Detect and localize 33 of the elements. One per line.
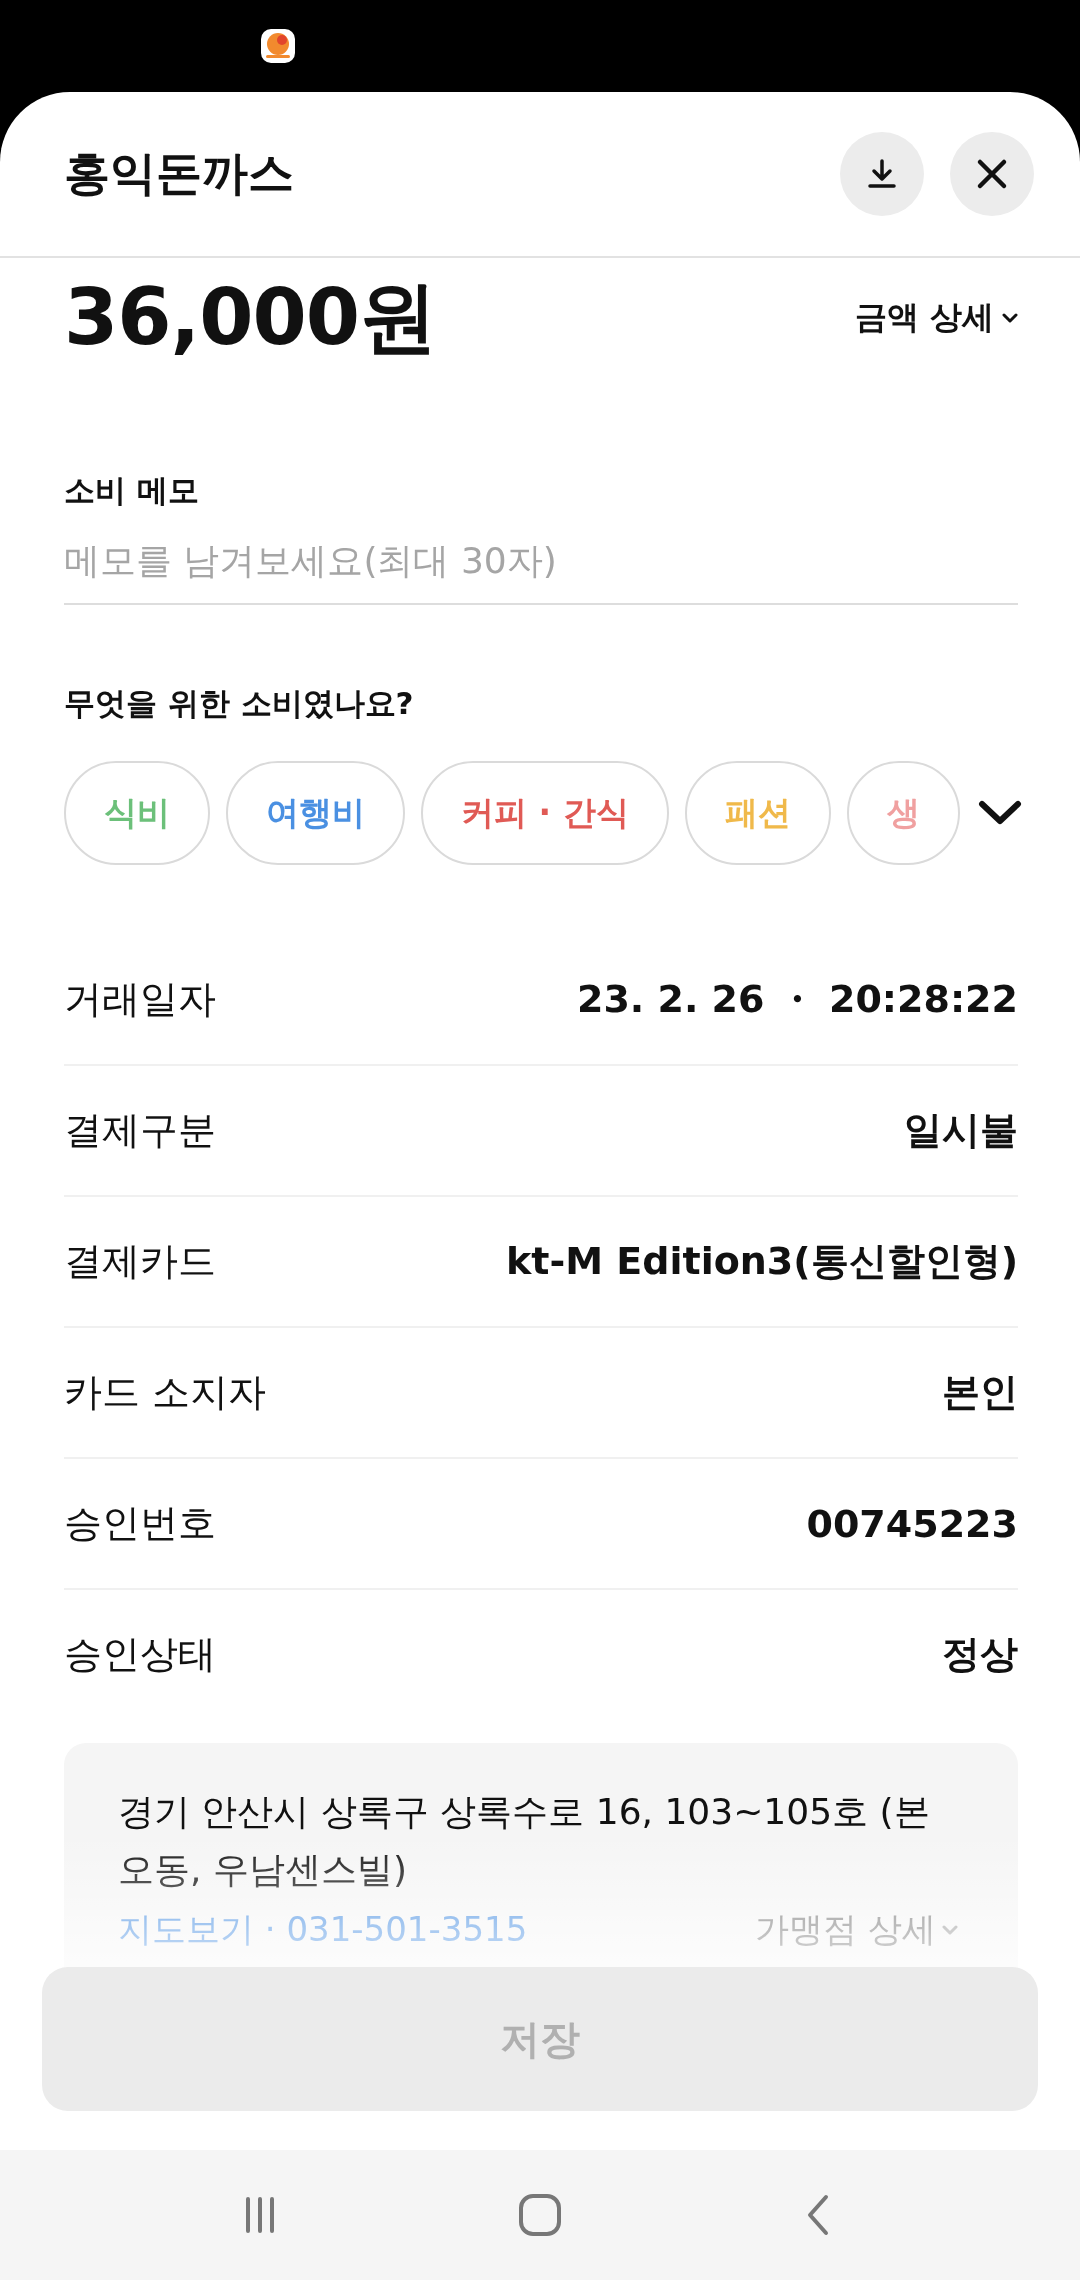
detail-value: 일시불 <box>904 1107 1018 1154</box>
detail-label: 거래일자 <box>64 976 216 1023</box>
merchant-detail-link[interactable]: 가맹점 상세 <box>755 1907 958 1953</box>
category-chip[interactable]: 생 <box>846 761 960 865</box>
category-chip[interactable]: 여행비 <box>226 761 405 865</box>
detail-value: 본인 <box>942 1369 1018 1416</box>
detail-value: 23. 2. 26 ・ 20:28:22 <box>576 976 1018 1023</box>
detail-label: 승인상태 <box>64 1631 216 1678</box>
detail-value: kt-M Edition3(통신할인형) <box>506 1238 1018 1285</box>
app-icon <box>260 28 296 64</box>
category-chip[interactable]: 커피 · 간식 <box>421 761 669 865</box>
chevron-down-icon <box>942 1925 958 1935</box>
address-text: 경기 안산시 상록구 상록수로 16, 103~105호 (본오동, 우남센스빌) <box>118 1790 931 1892</box>
category-chip[interactable]: 식비 <box>64 761 210 865</box>
phone-link[interactable]: 031-501-3515 <box>286 1909 528 1949</box>
detail-label: 결제카드 <box>64 1238 216 1285</box>
separator-text: · <box>264 1909 276 1949</box>
map-link[interactable]: 지도보기 <box>118 1909 254 1949</box>
category-question: 무엇을 위한 소비였나요? <box>64 684 415 723</box>
close-icon <box>975 157 1009 191</box>
detail-label: 결제구분 <box>64 1107 216 1154</box>
memo-field[interactable]: 메모를 남겨보세요(최대 30자) <box>64 540 1018 605</box>
chevron-down-icon <box>1002 313 1018 323</box>
amount-text: 36,000원 <box>64 270 436 364</box>
memo-label: 소비 메모 <box>64 471 200 510</box>
category-chip[interactable]: 패션 <box>684 761 831 865</box>
expand-icon[interactable] <box>978 799 1022 827</box>
detail-value: 00745223 <box>806 1501 1018 1546</box>
merchant-title: 홍익돈까스 <box>64 145 295 202</box>
amount-detail-link[interactable]: 금액 상세 <box>854 296 1018 340</box>
detail-label: 승인번호 <box>64 1500 216 1547</box>
detail-label: 카드 소지자 <box>64 1369 267 1416</box>
detail-value: 정상 <box>942 1631 1018 1678</box>
